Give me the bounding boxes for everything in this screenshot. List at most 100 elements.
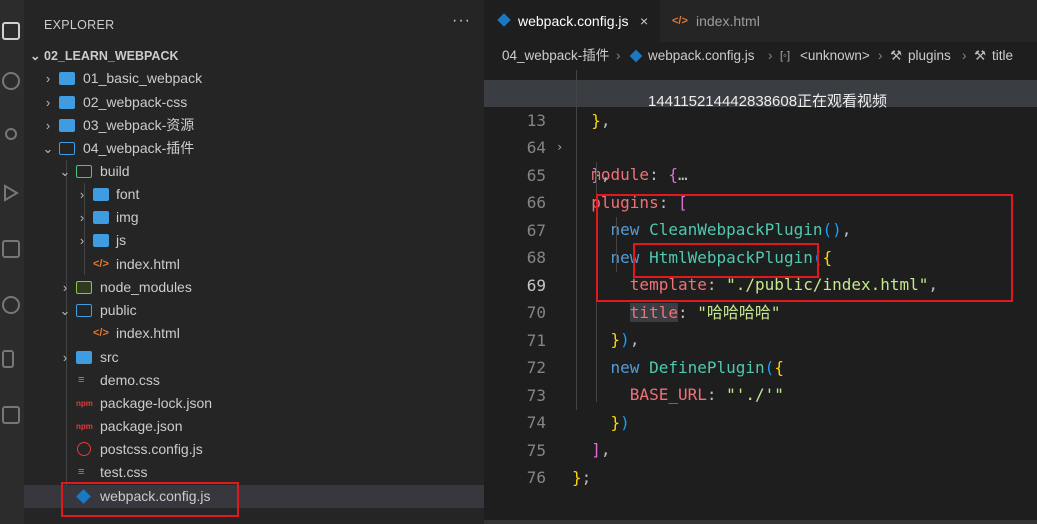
chevron-right-icon: ›: [62, 350, 68, 365]
code-line: 73 }): [484, 355, 1037, 432]
workspace-root-label: 02_LEARN_WEBPACK: [44, 49, 179, 63]
tree-item-label: img: [116, 209, 139, 225]
tree-item-label: node_modules: [100, 279, 192, 295]
chevron-right-icon: ›: [45, 118, 51, 133]
tree-item-label: public: [100, 302, 137, 318]
folder-icon: [76, 351, 92, 364]
folder-icon: [93, 234, 109, 247]
build-folder-icon: [76, 165, 92, 178]
tab-label: index.html: [696, 13, 760, 29]
folder-icon: [59, 119, 75, 132]
tree-item-label: font: [116, 186, 140, 202]
tree-item-label: 03_webpack-资源: [83, 117, 195, 133]
tree-item-js[interactable]: › js: [24, 229, 484, 252]
bookmark-icon[interactable]: [2, 350, 14, 368]
tree-item-label: build: [100, 163, 130, 179]
tree-item-label: index.html: [116, 256, 180, 272]
code-line: 71 new DefinePlugin({: [484, 300, 1037, 377]
folder-open-icon: [76, 304, 92, 317]
tree-item-04-webpack-plugins[interactable]: ⌄ 04_webpack-插件: [24, 137, 484, 160]
chevron-right-icon: ›: [45, 71, 51, 86]
tree-item-src[interactable]: › src: [24, 346, 484, 369]
explorer-title: EXPLORER: [44, 18, 115, 32]
tree-item-package-lock-json[interactable]: npm package-lock.json: [24, 392, 484, 415]
tree-item-test-css[interactable]: ≡ test.css: [24, 461, 484, 484]
tree-item-label: 04_webpack-插件: [83, 140, 195, 156]
tree-item-label: 01_basic_webpack: [83, 70, 203, 86]
explorer-icon[interactable]: [2, 22, 20, 40]
postcss-file-icon: [77, 442, 91, 456]
tree-item-label: js: [116, 232, 127, 248]
npm-file-icon: npm: [76, 399, 93, 408]
npm-file-icon: npm: [76, 422, 93, 431]
tree-item-label: index.html: [116, 325, 180, 341]
tab-webpack-config[interactable]: webpack.config.js ×: [484, 0, 660, 42]
annotation-box-file: [61, 482, 239, 517]
tree-item-postcss-config-js[interactable]: postcss.config.js: [24, 438, 484, 461]
code-line: 76: [484, 437, 1037, 487]
activity-bar: [0, 0, 24, 524]
chevron-right-icon: ›: [79, 187, 85, 202]
remote-explorer-icon[interactable]: [2, 296, 20, 314]
tree-item-01-basic-webpack[interactable]: › 01_basic_webpack: [24, 67, 484, 90]
node-modules-folder-icon: [76, 281, 92, 294]
tree-item-02-webpack-css[interactable]: › 02_webpack-css: [24, 91, 484, 114]
tree-item-label: postcss.config.js: [100, 441, 203, 457]
folder-icon: [59, 72, 75, 85]
close-icon[interactable]: ×: [640, 0, 648, 42]
search-icon[interactable]: [2, 72, 20, 90]
code-line: 66 new CleanWebpackPlugin(),: [484, 162, 1037, 239]
folder-icon: [93, 188, 109, 201]
css-file-icon: ≡: [78, 466, 85, 478]
tree-item-public[interactable]: ⌄ public: [24, 299, 484, 322]
source-control-icon[interactable]: [5, 128, 17, 140]
tree-item-demo-css[interactable]: ≡ demo.css: [24, 369, 484, 392]
code-line: 72 BASE_URL: "'./'": [484, 327, 1037, 404]
tree-item-public-index-html[interactable]: </> index.html: [24, 322, 484, 345]
tree-item-label: package-lock.json: [100, 395, 213, 411]
css-file-icon: ≡: [78, 374, 85, 386]
line-number: 76: [526, 468, 546, 487]
extensions-icon[interactable]: [2, 240, 20, 258]
html-file-icon: </>: [93, 258, 109, 270]
code-line: 65 plugins: [: [484, 135, 1037, 212]
chevron-right-icon: ›: [79, 233, 85, 248]
tree-item-build-index-html[interactable]: </> index.html: [24, 253, 484, 276]
code-line: 64 },: [484, 107, 1037, 184]
chevron-down-icon: ⌄: [42, 141, 54, 156]
chevron-right-icon: ›: [79, 210, 85, 225]
annotation-box-title: [633, 243, 819, 278]
workspace-root[interactable]: ⌄ 02_LEARN_WEBPACK: [30, 48, 179, 63]
explorer-sidebar: EXPLORER ··· ⌄ 02_LEARN_WEBPACK › 01_basi…: [24, 0, 484, 524]
viewer-watermark: 144115214442838608正在观看视频: [648, 93, 888, 110]
indent-guide: [576, 70, 577, 410]
chevron-right-icon: ›: [62, 280, 68, 295]
horizontal-scrollbar[interactable]: [484, 520, 1037, 524]
chevron-down-icon: ⌄: [59, 303, 71, 318]
tab-label: webpack.config.js: [518, 13, 629, 29]
tree-item-label: demo.css: [100, 372, 160, 388]
code-line: 75 };: [484, 410, 1037, 487]
html-file-icon: </>: [672, 15, 688, 27]
tree-item-img[interactable]: › img: [24, 206, 484, 229]
tree-item-font[interactable]: › font: [24, 183, 484, 206]
code-line: 12 },: [484, 53, 1037, 130]
tree-item-build[interactable]: ⌄ build: [24, 160, 484, 183]
tab-bar: webpack.config.js × </> index.html: [484, 0, 1037, 42]
more-actions-icon[interactable]: ···: [452, 12, 471, 30]
tab-index-html[interactable]: </> index.html: [660, 0, 790, 42]
tree-item-03-webpack-assets[interactable]: › 03_webpack-资源: [24, 114, 484, 137]
tree-item-label: src: [100, 349, 119, 365]
chevron-down-icon: ⌄: [30, 49, 41, 63]
tree-item-label: 02_webpack-css: [83, 94, 188, 110]
tree-item-package-json[interactable]: npm package.json: [24, 415, 484, 438]
folder-open-icon: [59, 142, 75, 155]
code-line: 74 ],: [484, 382, 1037, 459]
folder-icon: [59, 96, 75, 109]
tree-item-node-modules[interactable]: › node_modules: [24, 276, 484, 299]
run-debug-icon[interactable]: [2, 184, 20, 202]
tree-item-label: test.css: [100, 464, 148, 480]
html-file-icon: </>: [93, 327, 109, 339]
panel-icon[interactable]: [2, 406, 20, 424]
chevron-down-icon: ⌄: [59, 164, 71, 179]
